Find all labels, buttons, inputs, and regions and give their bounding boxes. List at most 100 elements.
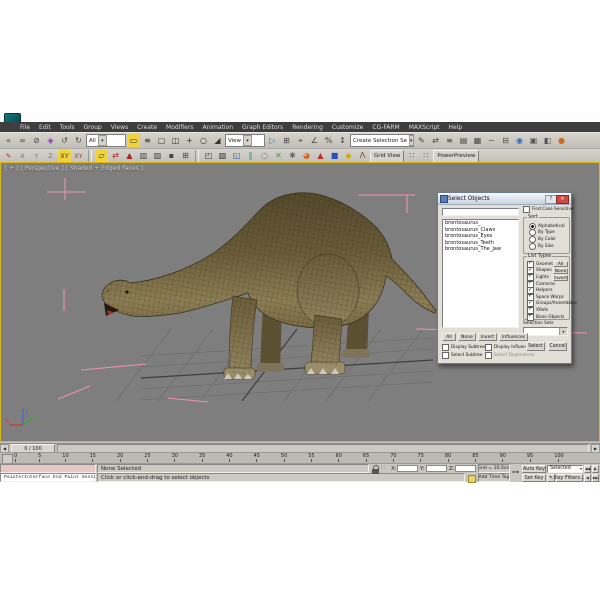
selection-lock-icon[interactable] xyxy=(372,465,379,474)
constraint-xy-flyout-icon[interactable]: XY xyxy=(72,150,85,163)
list-action-button[interactable]: All xyxy=(442,333,456,341)
select-and-link-icon[interactable]: ∞ xyxy=(16,134,29,147)
play-icon[interactable]: ▶ xyxy=(592,464,599,473)
graphite-ribbon-icon[interactable]: ▦ xyxy=(471,134,484,147)
menu-item[interactable]: MAXScript xyxy=(409,124,440,131)
angle-snap-icon[interactable]: ∠ xyxy=(308,134,321,147)
object-list-item[interactable]: brontosaurus_The_Jaw xyxy=(443,246,518,253)
sort-radio[interactable]: By Size xyxy=(529,242,565,250)
weight-tool-icon[interactable]: ▨ xyxy=(151,150,164,163)
shrink-selection-icon[interactable]: ▪ xyxy=(165,150,178,163)
weight-table-icon[interactable]: ▥ xyxy=(137,150,150,163)
menu-item[interactable]: Animation xyxy=(202,124,233,131)
state-sets-icon[interactable]: ▧ xyxy=(216,150,229,163)
list-type-checkbox[interactable]: Cameras xyxy=(527,280,577,288)
maxscript-listener-bottom[interactable]: PainterInterface End Paint Session xyxy=(0,473,96,482)
select-and-scale-icon[interactable]: ◢ xyxy=(211,134,224,147)
key-filters-button[interactable]: Key Filters... xyxy=(554,473,585,482)
sort-radio[interactable]: By Color xyxy=(529,235,565,243)
snap-grid-a-icon[interactable]: ∷ xyxy=(405,150,418,163)
percent-snap-icon[interactable]: % xyxy=(322,134,335,147)
list-action-button[interactable]: None xyxy=(458,333,476,341)
object-list[interactable]: brontosaurus_ brontosaurus_Claws brontosau… xyxy=(442,219,519,328)
mirror-paint-icon[interactable]: ⇄ xyxy=(109,150,122,163)
list-type-checkbox[interactable]: Lights xyxy=(527,273,577,281)
list-types-button[interactable]: None xyxy=(553,268,568,274)
z-coord-field[interactable] xyxy=(455,465,476,472)
list-type-checkbox[interactable]: Geometry xyxy=(527,260,577,268)
primitive-red-icon[interactable]: ▲ xyxy=(314,150,327,163)
object-name-input[interactable] xyxy=(442,208,519,216)
select-by-name-icon[interactable]: ≡ xyxy=(141,134,154,147)
cancel-button[interactable]: Cancel xyxy=(548,342,567,351)
unlink-selection-icon[interactable]: ⊘ xyxy=(30,134,43,147)
dialog-title-bar[interactable]: Select Objects ? ✕ xyxy=(438,193,571,205)
bind-to-space-warp-icon[interactable]: ◈ xyxy=(44,134,57,147)
menu-item[interactable]: Edit xyxy=(39,124,51,131)
align-icon[interactable]: ≡ xyxy=(443,134,456,147)
window-crossing-toggle-icon[interactable]: ◫ xyxy=(169,134,182,147)
constraint-y-icon[interactable]: Y xyxy=(30,150,43,163)
list-type-checkbox[interactable]: Shapes xyxy=(527,267,577,275)
menu-item[interactable]: CG-FARM xyxy=(372,124,399,131)
snap-grid-b-icon[interactable]: ∷ xyxy=(419,150,432,163)
selection-sets-dropdown[interactable]: ▾ xyxy=(523,327,568,336)
select-and-rotate-icon[interactable]: ○ xyxy=(197,134,210,147)
list-type-checkbox[interactable]: XRefs xyxy=(527,306,577,314)
curve-editor-icon[interactable]: ~ xyxy=(485,134,498,147)
select-and-manipulate-icon[interactable]: ▷ xyxy=(266,134,279,147)
primitive-blue-icon[interactable]: ■ xyxy=(328,150,341,163)
list-action-button[interactable]: Invert xyxy=(477,333,497,341)
x-coord-field[interactable] xyxy=(397,465,418,472)
clear-selection-icon[interactable]: ✕ xyxy=(272,150,285,163)
rendered-frame-window-icon[interactable]: ◧ xyxy=(541,134,554,147)
previous-key-icon[interactable]: ◀ xyxy=(584,473,591,482)
lasso-selection-icon[interactable]: ◌ xyxy=(258,150,271,163)
civil-view-icon[interactable]: ◱ xyxy=(230,150,243,163)
primitive-yellow-icon[interactable]: ◆ xyxy=(342,150,355,163)
menu-item[interactable]: Modifiers xyxy=(166,124,193,131)
schematic-view-icon[interactable]: ⊟ xyxy=(499,134,512,147)
menu-item[interactable]: Group xyxy=(83,124,101,131)
auto-key-button[interactable]: Auto Key xyxy=(522,464,546,473)
list-types-button[interactable]: All xyxy=(553,261,568,267)
viewport-label[interactable]: [ + ] [ Perspective ] [ Shaded + Edged F… xyxy=(5,165,143,172)
select-dependents-checkbox[interactable]: Select Dependents xyxy=(485,351,535,359)
list-type-checkbox[interactable]: Space Warps xyxy=(527,293,577,301)
reference-coordinate-dropdown[interactable]: View ▾ xyxy=(225,134,265,147)
flyout-collapse-icon[interactable]: « xyxy=(2,134,15,147)
populate-icon[interactable]: ∥ xyxy=(244,150,257,163)
snaps-toggle-icon[interactable]: ⌖ xyxy=(294,134,307,147)
find-case-checkbox[interactable]: Find Case Sensitive xyxy=(523,205,574,213)
menu-item[interactable]: Create xyxy=(137,124,157,131)
material-editor-icon[interactable]: ◉ xyxy=(513,134,526,147)
keyboard-override-icon[interactable]: ⊞ xyxy=(280,134,293,147)
named-selection-set-dropdown[interactable]: Create Selection Se ▾ xyxy=(350,134,414,147)
spinner-snap-icon[interactable]: ↕ xyxy=(336,134,349,147)
viewport-canvas-icon[interactable]: ◰ xyxy=(202,150,215,163)
constraint-z-icon[interactable]: Z xyxy=(44,150,57,163)
list-action-button[interactable]: Influences xyxy=(498,333,529,341)
grow-selection-icon[interactable]: ⊞ xyxy=(179,150,192,163)
select-object-icon[interactable]: ▭ xyxy=(127,134,140,147)
go-to-end-icon[interactable]: ▶▶ xyxy=(592,473,599,482)
paint-blend-icon[interactable]: ▲ xyxy=(123,150,136,163)
render-setup-icon[interactable]: ▣ xyxy=(527,134,540,147)
sort-radio[interactable]: By Type xyxy=(529,229,565,237)
edit-named-sets-icon[interactable]: ✎ xyxy=(415,134,428,147)
list-types-button[interactable]: Invert xyxy=(553,275,568,281)
select-and-move-icon[interactable]: + xyxy=(183,134,196,147)
constraint-xy-icon[interactable]: XY xyxy=(58,149,71,163)
menu-item[interactable]: Customize xyxy=(332,124,364,131)
go-to-start-icon[interactable]: ◀◀ xyxy=(584,464,591,473)
paint-deform-icon[interactable]: ✎ xyxy=(2,150,15,163)
display-subtree-checkbox[interactable]: Display Subtree xyxy=(442,343,485,351)
redo-icon[interactable]: ↻ xyxy=(72,134,85,147)
grid-view-button[interactable]: Grid View xyxy=(370,149,405,163)
settings-gear-icon[interactable]: ✱ xyxy=(286,150,299,163)
selection-filter-dropdown[interactable]: All ▾ xyxy=(86,134,126,147)
render-teapot-icon[interactable]: ◕ xyxy=(300,150,313,163)
list-type-checkbox[interactable]: Bone Objects xyxy=(527,313,577,321)
y-coord-field[interactable] xyxy=(426,465,447,472)
menu-item[interactable]: Graph Editors xyxy=(242,124,283,131)
